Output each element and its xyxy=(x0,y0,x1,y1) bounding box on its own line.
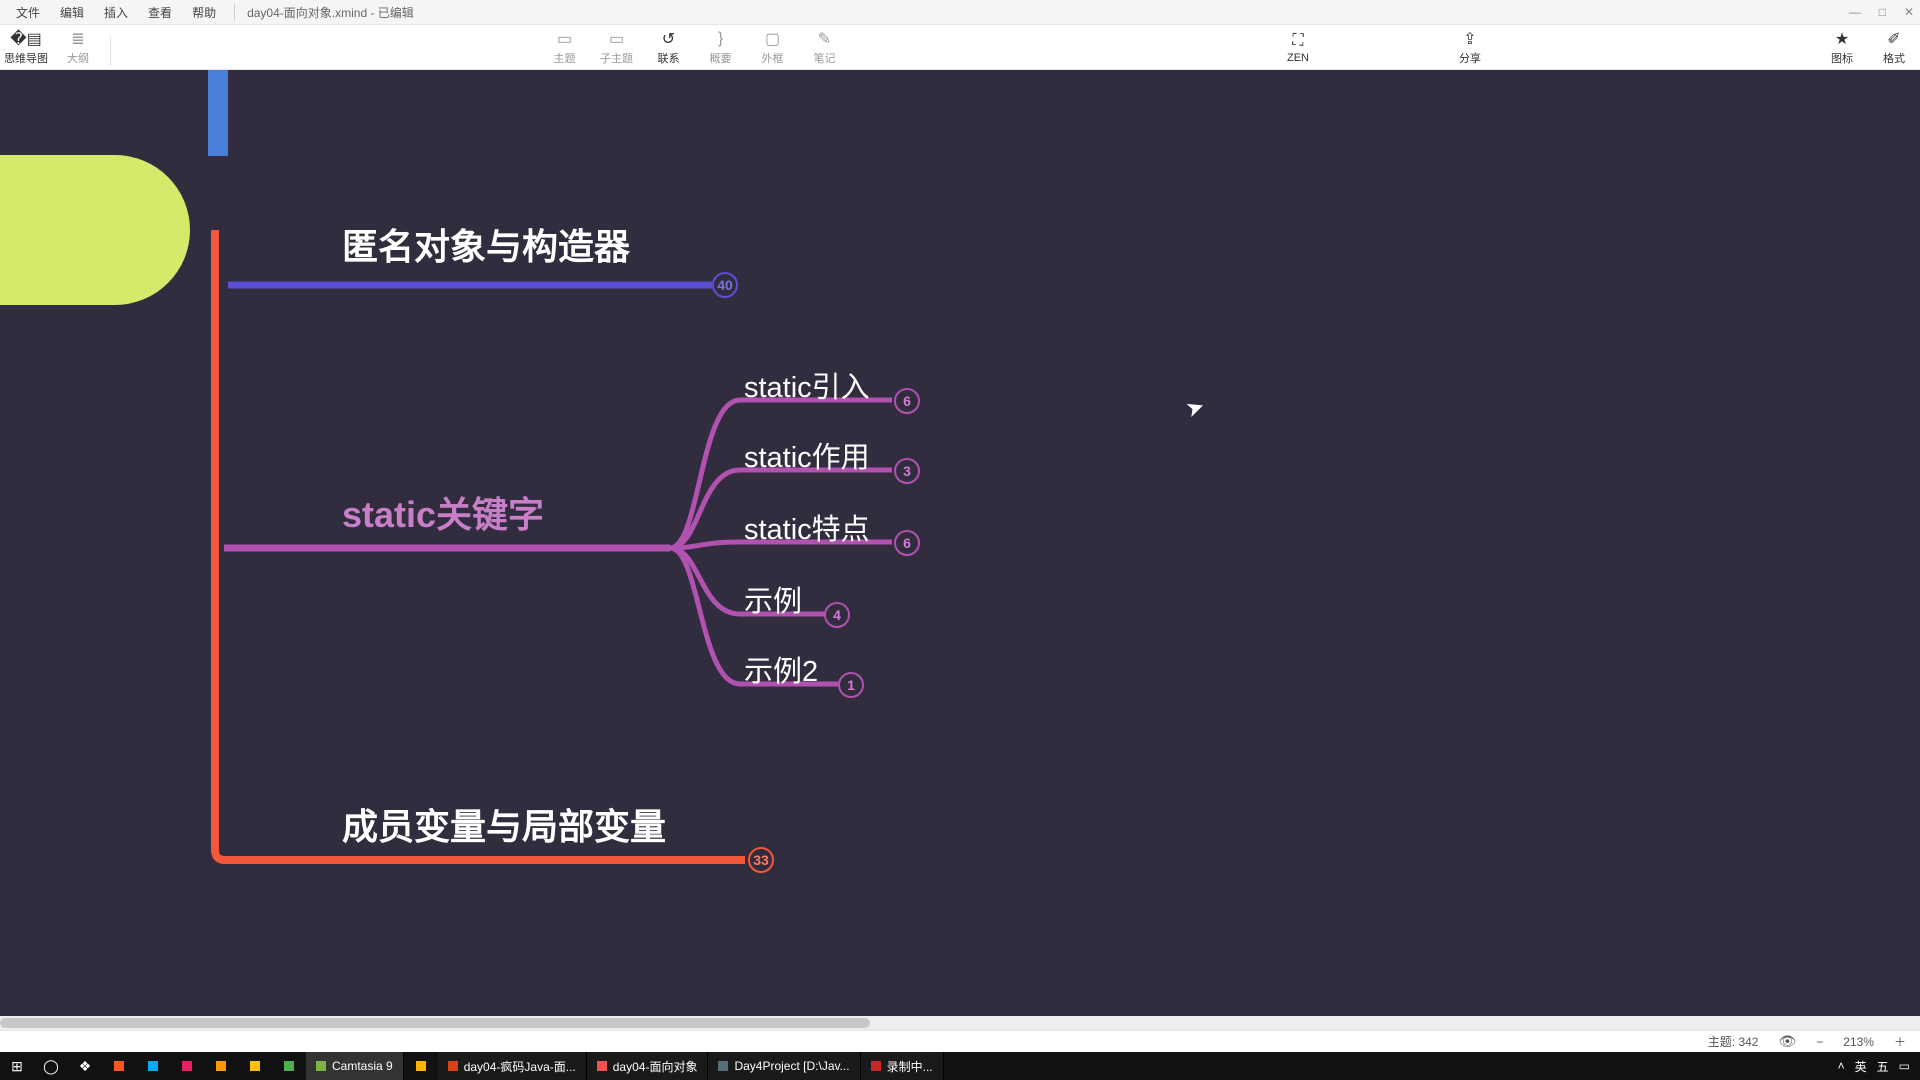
taskview-icon[interactable]: ❖ xyxy=(68,1052,102,1080)
insert-relation-button[interactable]: ↺联系 xyxy=(643,24,695,70)
taskbar-item[interactable]: Camtasia 9 xyxy=(306,1052,404,1080)
outline-icon: ≣ xyxy=(71,28,84,50)
count-badge-static-feature[interactable]: 6 xyxy=(894,530,920,556)
count-badge-static-usage[interactable]: 3 xyxy=(894,458,920,484)
subtopic-static-intro[interactable]: static引入 xyxy=(744,364,870,406)
taskbar-item-label: 录制中... xyxy=(887,1058,933,1075)
pinned-app-icon[interactable] xyxy=(204,1052,238,1080)
status-bar: 主题: 342 👁 − 213% ＋ xyxy=(0,1030,1920,1052)
ime-indicator[interactable]: 五 xyxy=(1877,1058,1889,1075)
insert-boundary-label: 外框 xyxy=(762,50,784,66)
pinned-app-icon[interactable] xyxy=(272,1052,306,1080)
count-badge-example1[interactable]: 4 xyxy=(824,602,850,628)
boundary-icon: ▢ xyxy=(765,28,780,50)
insert-note-button[interactable]: ✎笔记 xyxy=(799,24,851,70)
subtopic-static-usage[interactable]: static作用 xyxy=(744,434,870,476)
mindmap-canvas[interactable]: 匿名对象与构造器 40 static关键字 static引入 6 static作… xyxy=(0,70,1920,1030)
subtopic-icon: ▭ xyxy=(609,28,624,50)
topic-anonymous-constructor[interactable]: 匿名对象与构造器 xyxy=(342,218,630,270)
taskbar-item-label: day04-疯码Java-面... xyxy=(464,1058,576,1075)
system-tray: ˄ 英 五 ▭ xyxy=(1838,1058,1920,1075)
star-icon: ★ xyxy=(1835,28,1849,50)
insert-topic-label: 主题 xyxy=(554,50,576,66)
horizontal-scrollbar[interactable] xyxy=(0,1016,1920,1030)
tray-chevron-icon[interactable]: ˄ xyxy=(1838,1059,1845,1073)
format-panel-button[interactable]: ✐格式 xyxy=(1868,24,1920,70)
window-close-button[interactable]: ✕ xyxy=(1904,5,1914,19)
taskbar-item-label: Day4Project [D:\Jav... xyxy=(734,1059,849,1073)
zoom-level[interactable]: 213% xyxy=(1843,1035,1874,1049)
toolbar: �▤ 思维导图 ≣ 大纲 ▭主题 ▭子主题 ↺联系 }概要 ▢外框 ✎笔记 ⛶Z… xyxy=(0,24,1920,70)
topic-static-keyword[interactable]: static关键字 xyxy=(342,486,544,538)
insert-relation-label: 联系 xyxy=(658,50,680,66)
presentation-mode-icon[interactable]: 👁 xyxy=(1778,1033,1796,1050)
ime-indicator[interactable]: 英 xyxy=(1855,1058,1867,1075)
mindmap-icon: �▤ xyxy=(10,28,42,50)
taskbar-item[interactable]: 录制中... xyxy=(861,1052,944,1080)
share-icon: ⇪ xyxy=(1463,28,1476,50)
windows-taskbar: ⊞ ◯ ❖ Camtasia 9 day04-疯码Java-面... day04… xyxy=(0,1052,1920,1080)
topic-member-local-vars[interactable]: 成员变量与局部变量 xyxy=(342,798,666,850)
pinned-app-icon[interactable] xyxy=(102,1052,136,1080)
menu-file[interactable]: 文件 xyxy=(6,4,50,21)
zen-icon: ⛶ xyxy=(1292,30,1303,52)
count-badge-example2[interactable]: 1 xyxy=(838,672,864,698)
menu-edit[interactable]: 编辑 xyxy=(50,4,94,21)
taskbar-item[interactable]: day04-疯码Java-面... xyxy=(438,1052,587,1080)
window-maximize-button[interactable]: □ xyxy=(1879,5,1886,19)
pinned-app-icon[interactable] xyxy=(404,1052,438,1080)
taskbar-item[interactable]: Day4Project [D:\Jav... xyxy=(708,1052,860,1080)
format-label: 格式 xyxy=(1883,50,1905,66)
subtopic-example1[interactable]: 示例 xyxy=(744,578,802,620)
menu-insert[interactable]: 插入 xyxy=(94,4,138,21)
zen-mode-button[interactable]: ⛶ZEN xyxy=(1272,24,1324,70)
menu-help[interactable]: 帮助 xyxy=(182,4,226,21)
insert-boundary-button[interactable]: ▢外框 xyxy=(747,24,799,70)
view-outline-button[interactable]: ≣ 大纲 xyxy=(52,24,104,70)
count-badge-branch3[interactable]: 33 xyxy=(748,847,774,873)
notifications-icon[interactable]: ▭ xyxy=(1899,1059,1910,1073)
insert-subtopic-button[interactable]: ▭子主题 xyxy=(591,24,643,70)
zoom-out-button[interactable]: − xyxy=(1816,1035,1823,1049)
taskbar-item-label: day04-面向对象 xyxy=(613,1058,698,1075)
insert-subtopic-label: 子主题 xyxy=(600,50,633,66)
share-label: 分享 xyxy=(1459,50,1481,66)
insert-summary-label: 概要 xyxy=(710,50,732,66)
taskbar-item[interactable]: day04-面向对象 xyxy=(587,1052,709,1080)
cortana-icon[interactable]: ◯ xyxy=(34,1052,68,1080)
topic-icon: ▭ xyxy=(557,28,572,50)
subtopic-static-feature[interactable]: static特点 xyxy=(744,506,870,548)
note-icon: ✎ xyxy=(818,28,831,50)
iconlib-label: 图标 xyxy=(1831,50,1853,66)
brush-icon: ✐ xyxy=(1887,28,1900,50)
pinned-app-icon[interactable] xyxy=(136,1052,170,1080)
window-minimize-button[interactable]: — xyxy=(1849,5,1861,19)
mindmap-connectors xyxy=(0,70,1920,1030)
toolbar-separator xyxy=(110,36,111,66)
insert-note-label: 笔记 xyxy=(814,50,836,66)
zen-label: ZEN xyxy=(1287,52,1309,64)
view-mindmap-button[interactable]: �▤ 思维导图 xyxy=(0,24,52,70)
pinned-app-icon[interactable] xyxy=(170,1052,204,1080)
start-button[interactable]: ⊞ xyxy=(0,1052,34,1080)
relation-icon: ↺ xyxy=(662,28,675,50)
scrollbar-thumb[interactable] xyxy=(0,1018,870,1028)
icon-library-button[interactable]: ★图标 xyxy=(1816,24,1868,70)
menu-view[interactable]: 查看 xyxy=(138,4,182,21)
insert-summary-button[interactable]: }概要 xyxy=(695,24,747,70)
menu-bar: 文件 编辑 插入 查看 帮助 day04-面向对象.xmind - 已编辑 — … xyxy=(0,0,1920,24)
pinned-app-icon[interactable] xyxy=(238,1052,272,1080)
taskbar-item-label: Camtasia 9 xyxy=(332,1059,393,1073)
share-button[interactable]: ⇪分享 xyxy=(1444,24,1496,70)
subtopic-example2[interactable]: 示例2 xyxy=(744,648,818,690)
zoom-in-button[interactable]: ＋ xyxy=(1894,1033,1906,1050)
view-outline-label: 大纲 xyxy=(67,50,89,66)
topic-count-label: 主题: 342 xyxy=(1708,1033,1759,1050)
summary-icon: } xyxy=(718,28,723,50)
insert-topic-button[interactable]: ▭主题 xyxy=(539,24,591,70)
count-badge-branch1[interactable]: 40 xyxy=(712,272,738,298)
view-mindmap-label: 思维导图 xyxy=(4,50,48,66)
document-title: day04-面向对象.xmind - 已编辑 xyxy=(234,4,414,21)
count-badge-static-intro[interactable]: 6 xyxy=(894,388,920,414)
